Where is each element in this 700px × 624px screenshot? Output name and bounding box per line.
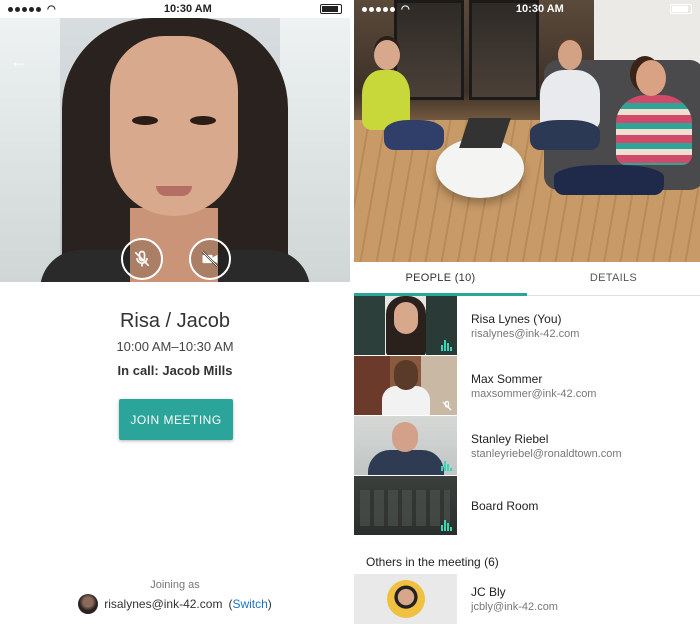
participant-thumbnail	[354, 574, 457, 624]
tab-people[interactable]: PEOPLE (10)	[354, 262, 527, 296]
avatar	[78, 594, 99, 614]
list-item[interactable]: Risa Lynes (You) risalynes@ink-42.com	[354, 296, 700, 356]
participant-name: Risa Lynes (You)	[471, 312, 562, 326]
participant-name: JC Bly	[471, 585, 506, 599]
battery-icon	[320, 4, 342, 14]
list-item[interactable]: Max Sommer maxsommer@ink-42.com	[354, 356, 700, 416]
account-email: risalynes@ink-42.com	[104, 597, 223, 611]
list-item[interactable]: JC Bly jcbly@ink-42.com	[354, 574, 700, 624]
in-call-name: Jacob Mills	[162, 363, 233, 378]
meeting-time: 10:00 AM–10:30 AM	[116, 339, 234, 354]
list-item[interactable]: Board Room	[354, 476, 700, 536]
wifi-icon: ◠	[401, 3, 410, 15]
mic-off-icon	[134, 250, 150, 267]
mic-muted-icon	[441, 400, 453, 412]
join-screen: ◠ 10:30 AM ← Risa / Jacob 10:00 AM–10:30…	[0, 0, 350, 624]
account-row: risalynes@ink-42.com (Switch)	[0, 594, 350, 614]
mute-mic-button[interactable]	[121, 238, 163, 280]
camera-off-icon	[201, 250, 219, 268]
switch-paren-close: )	[267, 597, 272, 611]
participant-email: risalynes@ink-42.com	[471, 328, 580, 340]
back-arrow-icon[interactable]: ←	[10, 52, 32, 70]
camera-off-button[interactable]	[189, 238, 231, 280]
participant-email: stanleyriebel@ronaldtown.com	[471, 448, 622, 460]
audio-level-icon	[441, 519, 453, 531]
status-bar-overlay: ◠ 10:30 AM	[354, 0, 700, 18]
battery-icon	[670, 4, 692, 14]
participant-thumbnail	[354, 416, 457, 475]
self-video-preview: ←	[0, 18, 350, 282]
signal-icon: ◠	[8, 4, 56, 15]
participant-name: Max Sommer	[471, 372, 543, 386]
others-header: Others in the meeting (6)	[366, 555, 499, 569]
participant-email: maxsommer@ink-42.com	[471, 388, 597, 400]
join-meeting-button[interactable]: JOIN MEETING	[119, 399, 233, 440]
status-time: 10:30 AM	[515, 3, 564, 15]
avatar	[386, 580, 425, 618]
meeting-title: Risa / Jacob	[119, 310, 231, 332]
wifi-icon: ◠	[47, 3, 56, 15]
participant-email: jcbly@ink-42.com	[471, 601, 558, 613]
participant-thumbnail	[354, 356, 457, 415]
participant-thumbnail	[354, 476, 457, 535]
status-time: 10:30 AM	[163, 3, 212, 15]
in-call-label: In call:	[117, 363, 159, 378]
tab-details[interactable]: DETAILS	[527, 262, 700, 295]
in-meeting-screen: ◠ 10:30 AM PEOPLE (10) DETAILS Risa Lyne…	[354, 0, 700, 624]
participant-thumbnail	[354, 296, 457, 355]
room-video-feed	[354, 0, 700, 262]
others-header-label: Others in the meeting	[366, 555, 481, 569]
others-count: (6)	[484, 555, 499, 569]
status-bar: ◠ 10:30 AM	[0, 0, 350, 18]
tab-bar: PEOPLE (10) DETAILS	[354, 262, 700, 296]
participant-name: Stanley Riebel	[471, 432, 549, 446]
list-item[interactable]: Stanley Riebel stanleyriebel@ronaldtown.…	[354, 416, 700, 476]
participant-list: Risa Lynes (You) risalynes@ink-42.com Ma…	[354, 296, 700, 536]
signal-icon: ◠	[362, 4, 410, 15]
audio-level-icon	[441, 339, 453, 351]
audio-level-icon	[441, 459, 453, 471]
participant-name: Board Room	[471, 499, 539, 513]
switch-account-link[interactable]: Switch	[232, 597, 267, 611]
in-call-info: In call: Jacob Mills	[0, 363, 350, 378]
joining-as-label: Joining as	[150, 579, 200, 591]
